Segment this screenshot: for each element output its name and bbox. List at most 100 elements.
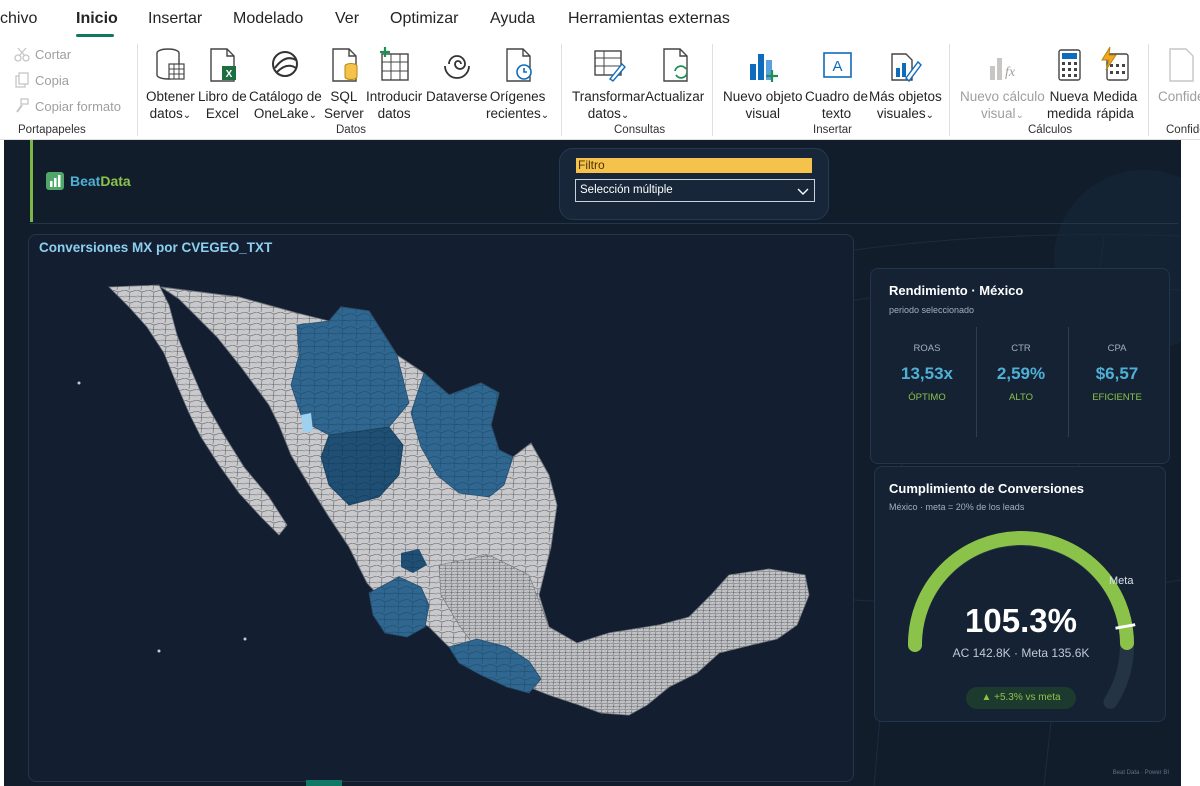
- kpi-ctr: CTR 2,59% ALTO: [973, 343, 1069, 403]
- cut-button[interactable]: Cortar: [14, 46, 71, 62]
- get-data-label-1: Obtener: [146, 89, 195, 104]
- visual-calc-label-2: visual: [980, 106, 1016, 121]
- format-painter-button[interactable]: Copiar formato: [14, 98, 121, 114]
- copy-label: Copia: [35, 72, 69, 88]
- calculator-icon: [1058, 49, 1081, 81]
- text-box-icon: A: [822, 52, 852, 78]
- get-data-button[interactable]: Obtener datos⌄: [146, 46, 195, 124]
- transform-label-2: datos: [587, 106, 621, 121]
- kpi-cpa: CPA $6,57 EFICIENTE: [1069, 343, 1165, 403]
- recent-sources-button[interactable]: Orígenes recientes⌄: [486, 46, 549, 124]
- more-visuals-button[interactable]: Más objetos visuales⌄: [869, 46, 942, 124]
- group-label-insert: Insertar: [813, 124, 852, 136]
- tab-modelado[interactable]: Modelado: [233, 10, 303, 28]
- text-box-label-1: Cuadro de: [805, 89, 869, 104]
- group-label-data: Datos: [336, 124, 367, 136]
- text-box-label-2: texto: [821, 106, 852, 121]
- more-visuals-icon: [891, 53, 923, 83]
- onelake-label-1: Catálogo de: [249, 89, 322, 104]
- tab-insertar[interactable]: Insertar: [148, 10, 202, 28]
- tab-ver[interactable]: Ver: [335, 10, 359, 28]
- enter-data-button[interactable]: Introducir datos: [366, 46, 422, 122]
- new-measure-label-2: medida: [1047, 106, 1092, 121]
- kpi-roas: ROAS 13,53x ÓPTIMO: [879, 343, 975, 403]
- logo-text-part1: Beat: [70, 173, 101, 189]
- gauge-meta-label: Meta: [1109, 575, 1134, 587]
- copy-icon: [15, 72, 29, 88]
- mexico-choropleth-map[interactable]: [29, 235, 855, 783]
- excel-icon: X: [210, 48, 237, 82]
- new-visual-button[interactable]: Nuevo objeto visual: [723, 46, 803, 122]
- kpi-value: 13,53x: [901, 364, 953, 383]
- filter-dropdown[interactable]: Selección múltiple: [575, 179, 815, 202]
- recent-sources-label-1: Orígenes: [489, 89, 546, 104]
- chevron-down-icon: ⌄: [1015, 110, 1024, 121]
- group-separator: [1148, 44, 1149, 136]
- kpi-label: ROAS: [913, 343, 941, 354]
- gauge-value: 105.3%: [965, 602, 1077, 639]
- group-label-clipboard: Portapapeles: [18, 124, 86, 136]
- brand-logo: BeatData: [46, 172, 131, 190]
- report-page: BeatData Filtro Selección múltiple Conve…: [4, 140, 1181, 786]
- tab-herramientas-externas[interactable]: Herramientas externas: [568, 10, 730, 28]
- ribbon: Cortar Copia Copiar formato Portapapeles…: [0, 40, 1200, 140]
- quick-measure-label-2: rápida: [1096, 106, 1134, 121]
- kpi-status: EFICIENTE: [1092, 392, 1142, 403]
- visual-calc-label-1: Nuevo cálculo: [960, 89, 1045, 104]
- sql-server-button[interactable]: SQL Server: [324, 46, 364, 122]
- map-visual[interactable]: Conversiones MX por CVEGEO_TXT: [28, 234, 854, 782]
- group-label-calculations: Cálculos: [1028, 124, 1073, 136]
- group-separator: [712, 44, 713, 136]
- refresh-label: Actualizar: [645, 89, 705, 104]
- filter-title: Filtro: [576, 158, 812, 173]
- kpi-label: CPA: [1107, 343, 1127, 354]
- svg-text:X: X: [226, 69, 233, 80]
- new-measure-button[interactable]: Nueva medida: [1047, 46, 1091, 122]
- format-painter-label: Copiar formato: [35, 98, 121, 114]
- group-label-confidentiality: Confide: [1166, 124, 1200, 136]
- kpi-value: $6,57: [1095, 364, 1139, 383]
- group-separator: [137, 44, 138, 136]
- onelake-catalog-button[interactable]: Catálogo de OneLake⌄: [249, 46, 322, 124]
- page-tab-indicator: [306, 780, 342, 786]
- get-data-label-2: datos: [149, 106, 183, 121]
- quick-measure-button[interactable]: Medida rápida: [1093, 46, 1137, 122]
- enter-data-label-2: datos: [377, 106, 411, 121]
- quick-measure-label-1: Medida: [1093, 89, 1138, 104]
- power-bi-desktop-window: chivo Inicio Insertar Modelado Ver Optim…: [0, 0, 1200, 786]
- filter-slicer: Filtro Selección múltiple: [559, 148, 829, 220]
- excel-workbook-button[interactable]: X Libro de Excel: [198, 46, 247, 122]
- logo-text-part2: Data: [100, 173, 131, 189]
- onelake-label-2: OneLake: [253, 106, 309, 121]
- sensitivity-button[interactable]: Confide: [1158, 46, 1200, 105]
- sql-server-icon: [332, 48, 358, 82]
- performance-subtitle: periodo seleccionado: [889, 305, 975, 315]
- new-visual-label-1: Nuevo objeto: [723, 89, 803, 104]
- copy-button[interactable]: Copia: [14, 72, 69, 88]
- kpi-status: ÓPTIMO: [908, 392, 946, 403]
- tab-archivo[interactable]: chivo: [0, 10, 37, 28]
- refresh-icon: [662, 48, 688, 82]
- sensitivity-icon: [1169, 48, 1194, 82]
- excel-label-2: Excel: [205, 106, 239, 121]
- database-icon: [156, 48, 185, 80]
- report-canvas: BeatData Filtro Selección múltiple Conve…: [0, 140, 1200, 786]
- dataverse-button[interactable]: Dataverse: [426, 46, 488, 105]
- text-box-button[interactable]: A Cuadro de texto: [805, 46, 868, 122]
- scissors-icon: [14, 47, 30, 62]
- sensitivity-label: Confide: [1158, 89, 1200, 104]
- chevron-down-icon: ⌄: [925, 110, 934, 121]
- gauge-chart: [907, 531, 1136, 709]
- new-visual-calculation-button[interactable]: fx Nuevo cálculo visual⌄: [960, 46, 1045, 124]
- transform-data-button[interactable]: Transformar datos⌄: [572, 46, 645, 124]
- tab-inicio[interactable]: Inicio: [76, 10, 118, 28]
- group-separator: [949, 44, 950, 136]
- delta-badge: ▲ +5.3% vs meta: [966, 687, 1076, 709]
- transform-label-1: Transformar: [572, 89, 646, 104]
- tab-optimizar[interactable]: Optimizar: [390, 10, 458, 28]
- tab-ayuda[interactable]: Ayuda: [490, 10, 535, 28]
- refresh-button[interactable]: Actualizar: [645, 46, 704, 105]
- more-visuals-label-2: visuales: [876, 106, 926, 121]
- bar-chart-icon: [46, 172, 64, 190]
- chevron-down-icon: ⌄: [620, 110, 630, 121]
